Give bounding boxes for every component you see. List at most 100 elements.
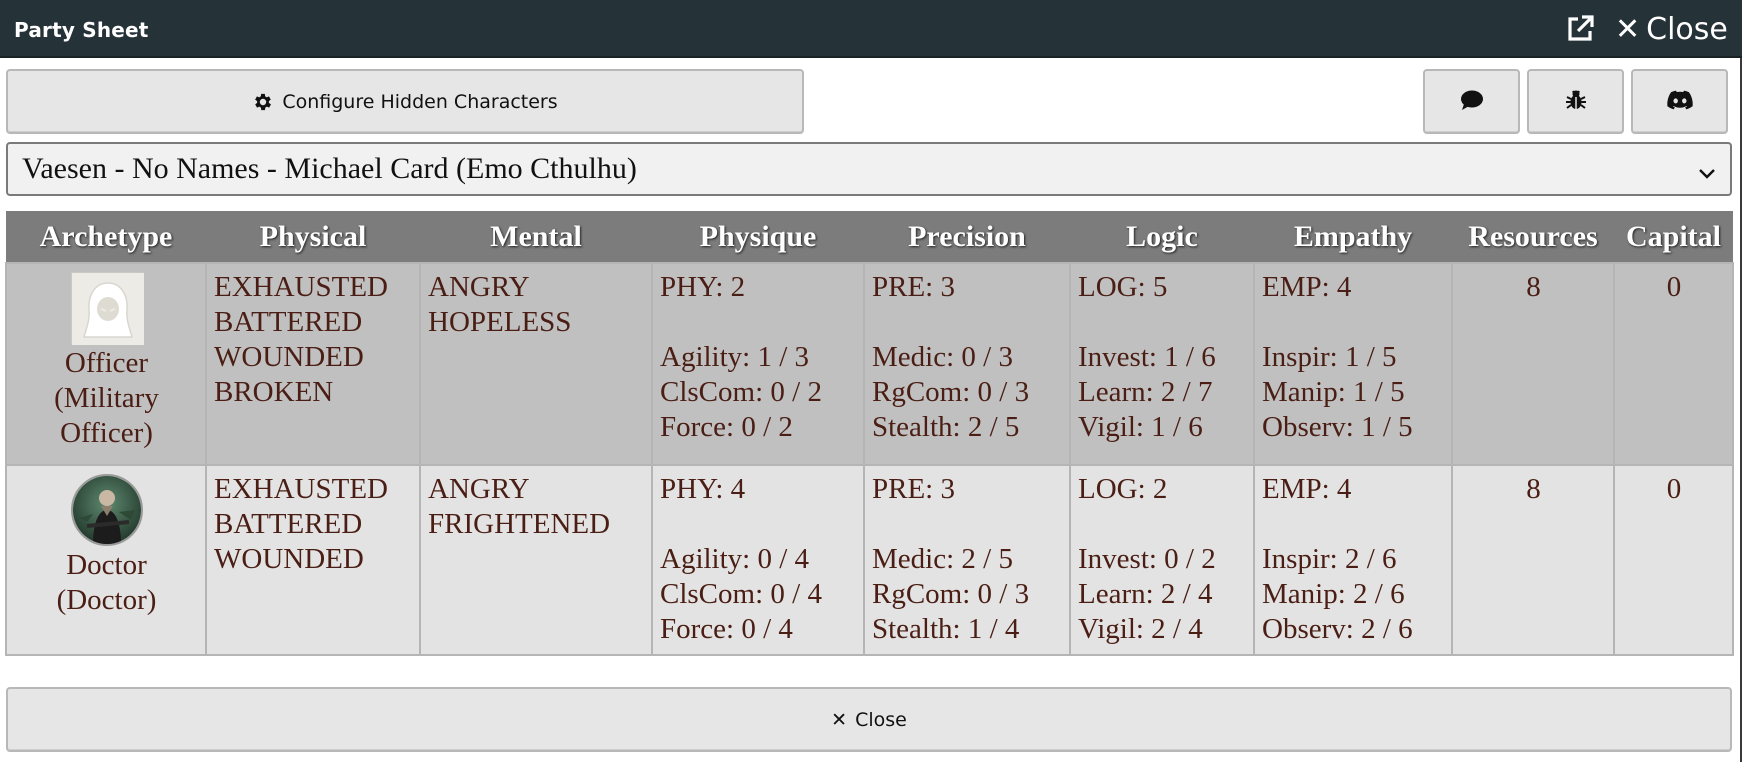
condition-item: FRIGHTENED — [428, 508, 611, 540]
column-header-precision: Precision — [864, 211, 1070, 263]
archetype-line: Officer — [64, 347, 149, 379]
condition-item: EXHAUSTED — [214, 473, 388, 505]
physique-cell: PHY: 2 Agility: 1 / 3 ClsCom: 0 / 2 Forc… — [651, 262, 865, 466]
discord-button[interactable] — [1631, 69, 1728, 134]
physical-conditions-cell: EXHAUSTED BATTERED WOUNDED BROKEN — [205, 262, 421, 466]
close-button-label: Close — [855, 708, 907, 731]
column-header-resources: Resources — [1452, 211, 1614, 263]
table-row: Officer (Military Officer) EXHAUSTED BAT… — [5, 262, 1734, 466]
resources-cell: 8 — [1451, 464, 1615, 656]
window-titlebar[interactable]: Party Sheet ✕ Close — [0, 0, 1742, 58]
chevron-down-icon — [1696, 158, 1718, 180]
capital-cell: 0 — [1613, 262, 1734, 466]
attribute-value: PRE: 3 — [872, 473, 955, 505]
skill-value: Force: 0 / 4 — [660, 613, 793, 645]
condition-item: ANGRY — [428, 271, 530, 303]
party-table: Archetype Physical Mental Physique Preci… — [5, 211, 1734, 656]
archetype-cell: Doctor (Doctor) — [5, 464, 207, 656]
skill-value: Medic: 2 / 5 — [872, 543, 1013, 575]
character-portrait[interactable] — [70, 474, 143, 546]
bug-report-button[interactable] — [1527, 69, 1624, 134]
skill-value: Manip: 1 / 5 — [1262, 376, 1405, 408]
condition-item: EXHAUSTED — [214, 271, 388, 303]
skill-value: Stealth: 1 / 4 — [872, 613, 1020, 645]
attribute-value: EMP: 4 — [1262, 271, 1352, 303]
condition-item: BATTERED — [214, 508, 363, 540]
resources-cell: 8 — [1451, 262, 1615, 466]
archetype-line: Officer) — [60, 417, 153, 449]
logic-cell: LOG: 2 Invest: 0 / 2 Learn: 2 / 4 Vigil:… — [1069, 464, 1255, 656]
skill-value: Learn: 2 / 7 — [1078, 376, 1213, 408]
skill-value: Inspir: 2 / 6 — [1262, 543, 1397, 575]
empathy-cell: EMP: 4 Inspir: 1 / 5 Manip: 1 / 5 Observ… — [1253, 262, 1453, 466]
gear-icon — [252, 91, 274, 113]
mental-conditions-cell: ANGRY HOPELESS — [419, 262, 653, 466]
physical-conditions-cell: EXHAUSTED BATTERED WOUNDED — [205, 464, 421, 656]
configure-hidden-characters-label: Configure Hidden Characters — [282, 90, 558, 113]
discord-icon — [1666, 90, 1693, 114]
skill-value: Observ: 1 / 5 — [1262, 411, 1413, 443]
column-header-physical: Physical — [206, 211, 420, 263]
party-sheet-window: Party Sheet ✕ Close Configure Hidden Cha… — [0, 0, 1742, 762]
skill-value: ClsCom: 0 / 4 — [660, 578, 822, 610]
condition-item: WOUNDED — [214, 341, 364, 373]
table-row: Doctor (Doctor) EXHAUSTED BATTERED WOUND… — [5, 464, 1734, 656]
attribute-value: LOG: 2 — [1078, 473, 1168, 505]
skill-value: Force: 0 / 2 — [660, 411, 793, 443]
window-title: Party Sheet — [14, 18, 149, 42]
condition-item: HOPELESS — [428, 306, 572, 338]
external-link-icon[interactable] — [1565, 14, 1597, 46]
chat-bubble-icon — [1460, 89, 1484, 115]
condition-item: WOUNDED — [214, 543, 364, 575]
configure-hidden-characters-button[interactable]: Configure Hidden Characters — [6, 69, 804, 134]
logic-cell: LOG: 5 Invest: 1 / 6 Learn: 2 / 7 Vigil:… — [1069, 262, 1255, 466]
skill-value: Inspir: 1 / 5 — [1262, 341, 1397, 373]
archetype-line: (Military — [54, 382, 159, 414]
skill-value: Vigil: 2 / 4 — [1078, 613, 1203, 645]
system-select[interactable]: Vaesen - No Names - Michael Card (Emo Ct… — [6, 142, 1732, 196]
attribute-value: PRE: 3 — [872, 271, 955, 303]
chat-button[interactable] — [1423, 69, 1520, 134]
attribute-value: LOG: 5 — [1078, 271, 1168, 303]
skill-value: Observ: 2 / 6 — [1262, 613, 1413, 645]
column-header-capital: Capital — [1614, 211, 1733, 263]
precision-cell: PRE: 3 Medic: 2 / 5 RgCom: 0 / 3 Stealth… — [863, 464, 1071, 656]
skill-value: Learn: 2 / 4 — [1078, 578, 1213, 610]
character-portrait[interactable] — [70, 272, 144, 345]
mental-conditions-cell: ANGRY FRIGHTENED — [419, 464, 653, 656]
archetype-cell: Officer (Military Officer) — [5, 262, 207, 466]
skill-value: Manip: 2 / 6 — [1262, 578, 1405, 610]
close-button[interactable]: ✕ Close — [6, 687, 1732, 752]
skill-value: Medic: 0 / 3 — [872, 341, 1013, 373]
skill-value: RgCom: 0 / 3 — [872, 578, 1030, 610]
table-header-row: Archetype Physical Mental Physique Preci… — [6, 211, 1733, 263]
attribute-value: PHY: 2 — [660, 271, 746, 303]
system-select-value: Vaesen - No Names - Michael Card (Emo Ct… — [22, 152, 637, 185]
column-header-mental: Mental — [420, 211, 652, 263]
window-close-label: Close — [1646, 11, 1728, 47]
window-close-button[interactable]: ✕ Close — [1615, 9, 1728, 49]
condition-item: BROKEN — [214, 376, 334, 408]
column-header-archetype: Archetype — [6, 211, 206, 263]
attribute-value: PHY: 4 — [660, 473, 746, 505]
skill-value: Invest: 1 / 6 — [1078, 341, 1216, 373]
condition-item: ANGRY — [428, 473, 530, 505]
condition-item: BATTERED — [214, 306, 363, 338]
skill-value: Vigil: 1 / 6 — [1078, 411, 1203, 443]
empathy-cell: EMP: 4 Inspir: 2 / 6 Manip: 2 / 6 Observ… — [1253, 464, 1453, 656]
skill-value: RgCom: 0 / 3 — [872, 376, 1030, 408]
skill-value: Stealth: 2 / 5 — [872, 411, 1020, 443]
skill-value: Agility: 1 / 3 — [660, 341, 810, 373]
capital-cell: 0 — [1613, 464, 1734, 656]
archetype-line: (Doctor) — [56, 584, 157, 616]
skill-value: ClsCom: 0 / 2 — [660, 376, 822, 408]
close-icon: ✕ — [831, 708, 848, 731]
column-header-empathy: Empathy — [1254, 211, 1452, 263]
column-header-physique: Physique — [652, 211, 864, 263]
physique-cell: PHY: 4 Agility: 0 / 4 ClsCom: 0 / 4 Forc… — [651, 464, 865, 656]
column-header-logic: Logic — [1070, 211, 1254, 263]
attribute-value: EMP: 4 — [1262, 473, 1352, 505]
precision-cell: PRE: 3 Medic: 0 / 3 RgCom: 0 / 3 Stealth… — [863, 262, 1071, 466]
skill-value: Invest: 0 / 2 — [1078, 543, 1216, 575]
skill-value: Agility: 0 / 4 — [660, 543, 810, 575]
